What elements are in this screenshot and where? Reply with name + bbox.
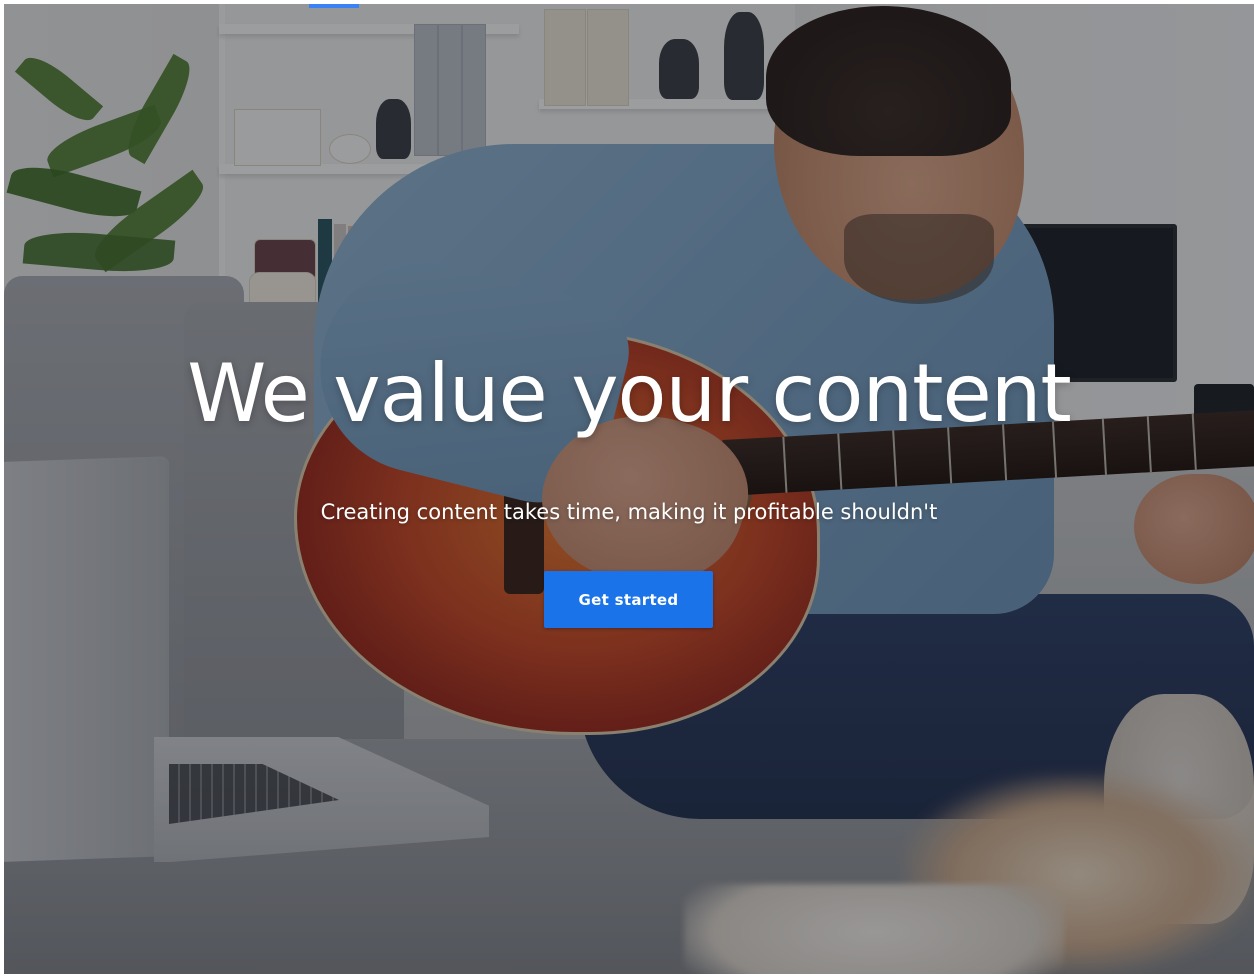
top-tab-indicator [309, 4, 359, 8]
hero-content: We value your content Creating content t… [4, 4, 1254, 974]
page: We value your content Creating content t… [0, 0, 1254, 978]
get-started-button[interactable]: Get started [544, 571, 713, 628]
hero-title: We value your content [187, 347, 1072, 440]
hero-subtitle: Creating content takes time, making it p… [320, 500, 938, 524]
hero-section: We value your content Creating content t… [4, 4, 1254, 974]
